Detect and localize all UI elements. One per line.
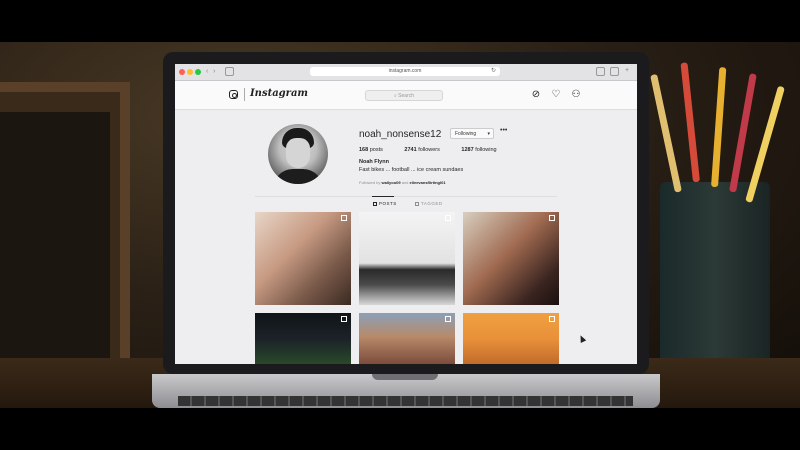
tabs-overview-icon[interactable]	[610, 67, 619, 76]
following-stat[interactable]: 1287 following	[461, 147, 506, 153]
chevron-down-icon: ▾	[487, 131, 490, 137]
url-text: instagram.com	[388, 68, 422, 74]
address-bar[interactable]: instagram.com ↻	[310, 67, 500, 76]
laptop-screen: ‹ › instagram.com ↻ + Instagram ⌕ Search…	[175, 64, 637, 364]
zoom-window-button[interactable]	[195, 69, 201, 75]
following-button[interactable]: Following ▾	[450, 128, 494, 139]
new-tab-icon[interactable]: +	[625, 67, 629, 74]
mouse-cursor	[577, 334, 587, 343]
tag-icon	[415, 201, 419, 206]
multiple-photos-icon	[341, 316, 347, 322]
profile-avatar[interactable]	[268, 124, 328, 184]
close-window-button[interactable]	[179, 69, 185, 75]
tab-tagged[interactable]: TAGGED	[415, 201, 443, 206]
browser-toolbar: ‹ › instagram.com ↻ +	[175, 64, 637, 81]
instagram-wordmark[interactable]: Instagram	[250, 88, 308, 99]
instagram-camera-icon[interactable]	[229, 90, 238, 99]
reload-icon[interactable]: ↻	[491, 67, 496, 76]
share-icon[interactable]	[596, 67, 605, 76]
instagram-header: Instagram ⌕ Search ⊘ ♡ ⚇	[175, 81, 637, 110]
post-thumbnail[interactable]	[359, 313, 455, 364]
minimize-window-button[interactable]	[187, 69, 193, 75]
tab-posts[interactable]: POSTS	[373, 201, 397, 206]
multiple-photos-icon	[549, 316, 555, 322]
pencil-cup	[660, 182, 770, 372]
profile-username: noah_nonsense12	[359, 129, 442, 140]
picture-frame	[0, 82, 130, 402]
post-thumbnail[interactable]	[359, 212, 455, 305]
profile-icon[interactable]: ⚇	[570, 89, 582, 101]
pencil	[711, 67, 727, 188]
header-divider	[244, 88, 245, 101]
post-thumbnail[interactable]	[463, 313, 559, 364]
post-thumbnail[interactable]	[255, 212, 351, 305]
search-placeholder: Search	[398, 93, 415, 99]
profile-stats: 168 posts 2741 followers 1287 following	[359, 147, 517, 153]
following-button-label: Following	[455, 131, 477, 137]
more-options-icon[interactable]: •••	[500, 127, 507, 134]
search-input[interactable]: ⌕ Search	[365, 90, 443, 101]
posts-stat[interactable]: 168 posts	[359, 147, 393, 153]
multiple-photos-icon	[445, 316, 451, 322]
multiple-photos-icon	[549, 215, 555, 221]
profile-full-name: Noah Flynn	[359, 159, 389, 165]
active-tab-indicator	[372, 196, 394, 197]
heart-icon[interactable]: ♡	[550, 89, 562, 101]
keyboard	[178, 396, 633, 406]
post-thumbnail[interactable]	[255, 313, 351, 364]
laptop-notch	[372, 374, 438, 380]
followers-stat[interactable]: 2741 followers	[404, 147, 449, 153]
forward-arrow-icon[interactable]: ›	[213, 68, 215, 75]
compass-icon[interactable]: ⊘	[530, 89, 542, 101]
sidebar-icon[interactable]	[225, 67, 234, 76]
tabs-divider	[255, 196, 557, 197]
grid-icon	[373, 201, 377, 206]
profile-bio: Fast bikes ... football ... ice cream su…	[359, 167, 464, 173]
pencil	[680, 62, 700, 183]
back-arrow-icon[interactable]: ‹	[206, 68, 208, 75]
pencil	[650, 73, 682, 193]
post-thumbnail[interactable]	[463, 212, 559, 305]
multiple-photos-icon	[445, 215, 451, 221]
followed-by-text[interactable]: Followed by wallyoo09 and elleevansflirt…	[359, 180, 446, 185]
multiple-photos-icon	[341, 215, 347, 221]
